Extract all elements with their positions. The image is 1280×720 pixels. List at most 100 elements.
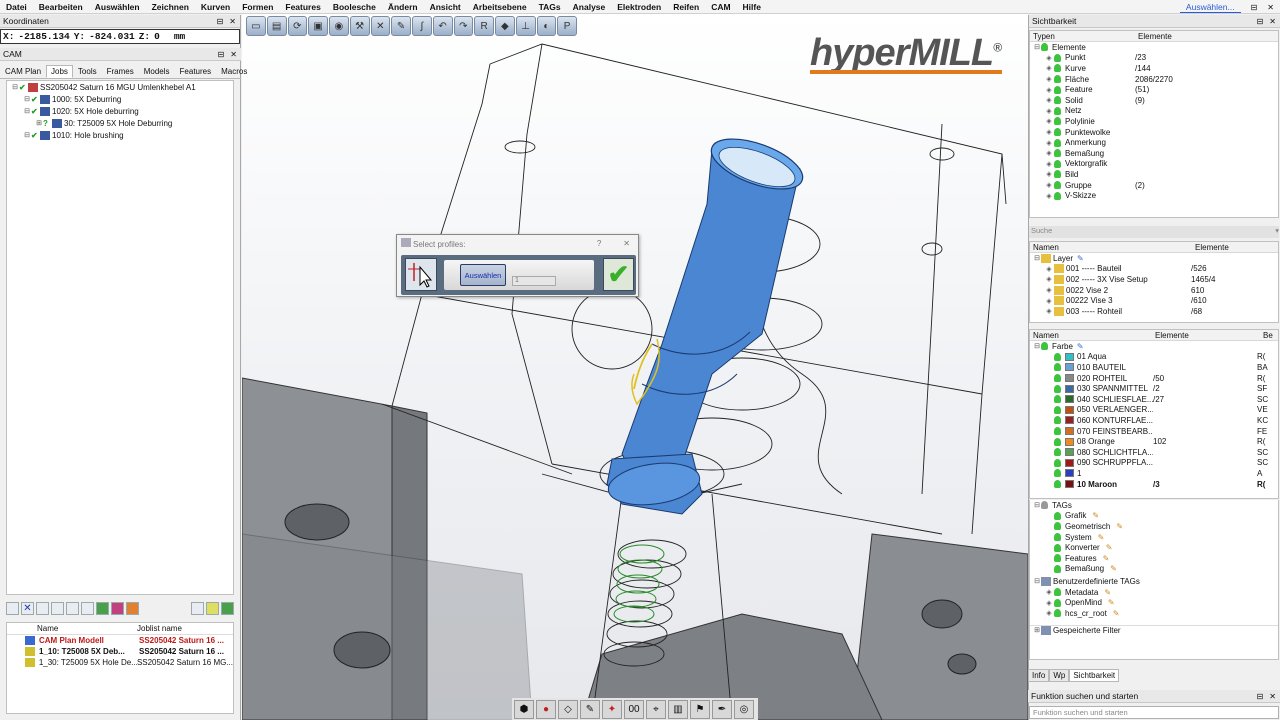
color-row[interactable]: 050 VERLAENGER... VE	[1030, 405, 1278, 416]
dialog-close-button[interactable]: ✕	[623, 239, 630, 248]
expand-toggle-icon[interactable]: ⊞	[35, 119, 43, 127]
3d-model-view[interactable]	[242, 14, 1028, 720]
color-row[interactable]: 1A	[1030, 468, 1278, 479]
visible-bulb-icon[interactable]	[1054, 117, 1061, 126]
tags-list[interactable]: ⊟ TAGs Grafik ✎ Geometrisch ✎ System ✎ Konverte…	[1029, 500, 1279, 660]
layer-list[interactable]: Namen Elemente ⊟ Layer ✎ ◈ 001 ----- Bauteil…	[1029, 241, 1279, 323]
visibility-eye-icon[interactable]: ◈	[1044, 64, 1054, 72]
visibility-eye-icon[interactable]: ◈	[1044, 588, 1054, 596]
tab-jobs[interactable]: Jobs	[46, 65, 73, 78]
settings-icon[interactable]	[191, 601, 204, 615]
counter-icon[interactable]: 00	[624, 699, 644, 719]
type-row[interactable]: ◈ Kurve/144	[1030, 63, 1278, 74]
type-row[interactable]: ◈ Feature (51)	[1030, 84, 1278, 95]
visibility-eye-icon[interactable]: ◈	[1044, 139, 1054, 147]
save-icon[interactable]: ▣	[308, 16, 328, 36]
visibility-eye-icon[interactable]: ◈	[1044, 117, 1054, 125]
close-icon[interactable]: ✕	[230, 50, 237, 59]
edit-pencil-icon[interactable]: ✎	[1108, 598, 1115, 607]
edit-pencil-icon[interactable]: ✎	[1116, 522, 1123, 531]
expand-toggle-icon[interactable]: ⊟	[11, 83, 19, 91]
job-list-icon[interactable]	[6, 601, 19, 615]
curve-icon[interactable]: ∫	[412, 16, 432, 36]
type-row[interactable]: ◈ Polylinie	[1030, 116, 1278, 127]
menu-item[interactable]: Elektroden	[611, 2, 667, 12]
custom-tag-row[interactable]: ◈ OpenMind ✎	[1030, 597, 1278, 608]
check-icon[interactable]	[66, 601, 79, 615]
edit-pencil-icon[interactable]: ✎	[1106, 543, 1113, 552]
layer-row[interactable]: ◈ 0022 Vise 2 610	[1030, 285, 1278, 296]
sketch-icon[interactable]: ✎	[391, 16, 411, 36]
type-row[interactable]: ◈ Anmerkung	[1030, 137, 1278, 148]
visible-bulb-icon[interactable]	[1054, 427, 1061, 436]
menu-item[interactable]: CAM	[705, 2, 736, 12]
visible-bulb-icon[interactable]	[1054, 458, 1061, 467]
type-row[interactable]: ◈ Bemaßung	[1030, 148, 1278, 159]
visible-bulb-icon[interactable]	[1054, 384, 1061, 393]
tag-row[interactable]: Konverter ✎	[1030, 542, 1278, 553]
joblist-row[interactable]: CAM Plan Modell SS205042 Saturn 16 ...	[7, 635, 233, 646]
ok-button[interactable]: ✔	[603, 258, 634, 291]
tab-wp[interactable]: Wp	[1049, 669, 1070, 682]
check-icon[interactable]: ✔	[31, 95, 40, 104]
pin-icon[interactable]: ⊥	[515, 16, 536, 36]
tree-item[interactable]: ⊟ ✔ 1000: 5X Deburring	[7, 93, 233, 105]
visible-bulb-icon[interactable]	[1054, 554, 1061, 563]
visibility-eye-icon[interactable]: ◈	[1044, 609, 1054, 617]
check-icon[interactable]: ✔	[19, 83, 28, 92]
close-icon[interactable]: ✕	[1269, 692, 1276, 701]
edit-pencil-icon[interactable]: ✎	[1103, 554, 1110, 563]
chevron-down-icon[interactable]: ▾	[1275, 226, 1279, 238]
undo-icon[interactable]: ↶	[432, 16, 453, 36]
analysis-icon[interactable]: ◐	[536, 16, 557, 36]
visibility-eye-icon[interactable]: ◈	[1044, 286, 1054, 294]
pin-icon[interactable]: ⊟	[1257, 17, 1264, 26]
menu-item[interactable]: Arbeitsebene	[467, 2, 533, 12]
visible-bulb-icon[interactable]	[1054, 374, 1061, 383]
axis-icon[interactable]: ✕	[370, 16, 391, 36]
visible-bulb-icon[interactable]	[1054, 448, 1061, 457]
type-row[interactable]: ◈ Solid (9)	[1030, 95, 1278, 106]
expand-toggle-icon[interactable]: ⊟	[23, 131, 31, 139]
layer-row[interactable]: ◈ 002 ----- 3X Vise Setup 1465/4	[1030, 274, 1278, 285]
type-row[interactable]: ◈ Bild	[1030, 169, 1278, 180]
tag-row[interactable]: Grafik ✎	[1030, 511, 1278, 522]
visible-bulb-icon[interactable]	[1054, 416, 1061, 425]
type-row[interactable]: ◈ V-Skizze	[1030, 190, 1278, 201]
visibility-eye-icon[interactable]: ◈	[1044, 297, 1054, 305]
point-icon[interactable]: ✦	[602, 699, 622, 719]
menu-item[interactable]: Datei	[0, 2, 33, 12]
close-icon[interactable]: ✕	[1269, 17, 1276, 26]
new-file-icon[interactable]: ▭	[246, 16, 266, 36]
layer-row[interactable]: ◈ 003 ----- Rohteil/68	[1030, 306, 1278, 317]
joblist-row[interactable]: 1_30: T25009 5X Hole De... SS205042 Satur…	[7, 657, 233, 668]
menu-item[interactable]: Ansicht	[424, 2, 467, 12]
menu-item[interactable]: Auswählen	[89, 2, 146, 12]
visibility-eye-icon[interactable]: ◈	[1044, 54, 1054, 62]
tab-macros[interactable]: Macros	[216, 65, 252, 78]
snap-icon[interactable]: ⌖	[646, 699, 666, 719]
color-icon[interactable]: ▥	[668, 699, 688, 719]
tag-row[interactable]: Geometrisch ✎	[1030, 521, 1278, 532]
type-row[interactable]: ◈ Punktewolke	[1030, 127, 1278, 138]
pin-icon[interactable]: ⊟	[1251, 3, 1258, 12]
plugin-icon[interactable]: P	[557, 16, 577, 36]
visible-bulb-icon[interactable]	[1054, 149, 1061, 158]
menu-item[interactable]: Analyse	[567, 2, 612, 12]
visibility-eye-icon[interactable]: ◈	[1044, 96, 1054, 104]
type-row[interactable]: ◈ Netz	[1030, 106, 1278, 117]
edit-pen-icon[interactable]: ✒	[712, 699, 732, 719]
info-icon[interactable]	[36, 601, 49, 615]
tag-row[interactable]: Features ✎	[1030, 553, 1278, 564]
visible-bulb-icon[interactable]	[1054, 85, 1061, 94]
menu-item[interactable]: Bearbeiten	[33, 2, 89, 12]
paint-icon[interactable]: ✎	[580, 699, 600, 719]
menu-item[interactable]: TAGs	[533, 2, 567, 12]
visibility-eye-icon[interactable]: ◈	[1044, 86, 1054, 94]
job-tree[interactable]: ⊟ ✔ SS205042 Saturn 16 MGU Umlenkhebel A1 ⊟…	[6, 80, 234, 595]
tree-item[interactable]: ⊞? 30: T25009 5X Hole Deburring	[7, 117, 233, 129]
tree-item[interactable]: ⊟ ✔ 1020: 5X Hole deburring	[7, 105, 233, 117]
expand-toggle-icon[interactable]: ⊟	[23, 107, 31, 115]
custom-tag-row[interactable]: ◈ hcs_cr_root ✎	[1030, 608, 1278, 619]
pin-icon[interactable]: ⊟	[1257, 692, 1264, 701]
